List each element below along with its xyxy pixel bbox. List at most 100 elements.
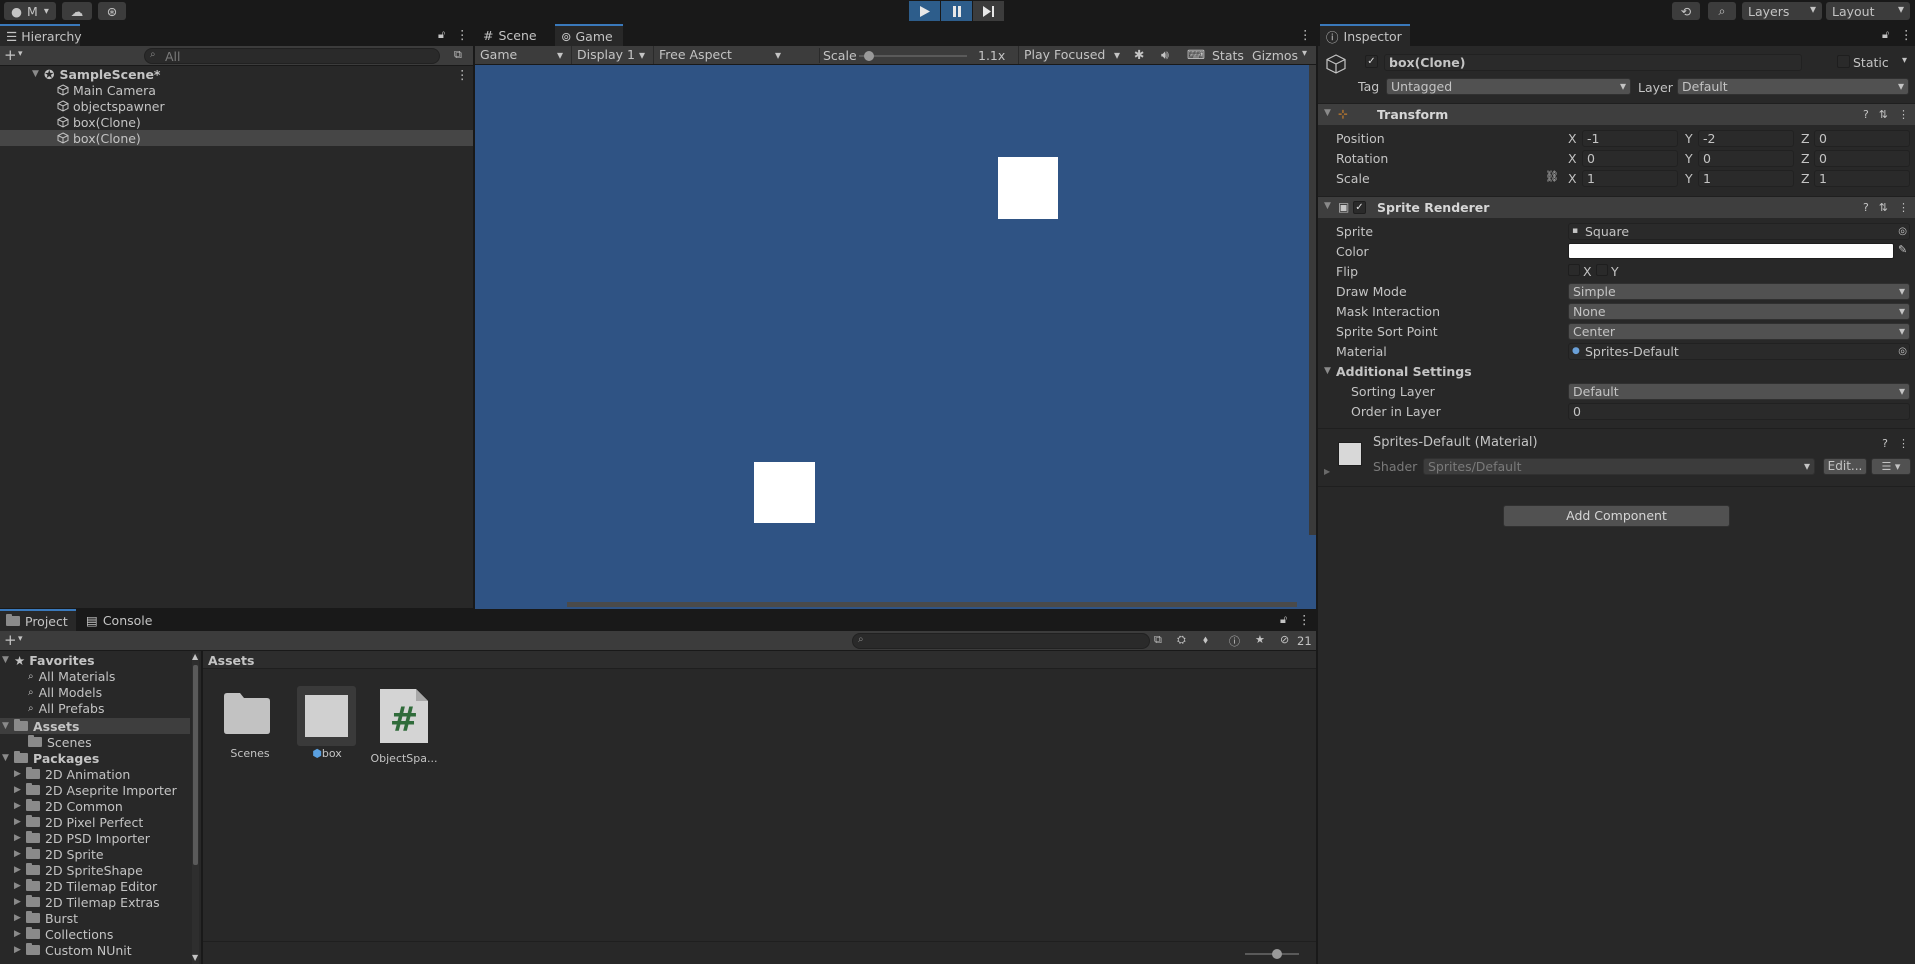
layers-dropdown[interactable]: Layers: [1742, 2, 1822, 20]
object-picker-icon[interactable]: ◎: [1898, 224, 1907, 239]
rotation-y-field[interactable]: 0: [1698, 150, 1794, 167]
position-x-field[interactable]: -1: [1582, 130, 1678, 147]
collapse-arrow-icon[interactable]: ▼: [1324, 108, 1331, 118]
gizmos-toggle[interactable]: Gizmos: [1252, 48, 1298, 63]
add-component-button[interactable]: Add Component: [1503, 505, 1730, 527]
axis-x-label[interactable]: X: [1568, 151, 1577, 166]
axis-x-label[interactable]: X: [1568, 171, 1577, 186]
layer-dropdown[interactable]: Default: [1677, 78, 1909, 95]
favorite-item[interactable]: ⌕ All Materials: [28, 668, 115, 684]
history-button[interactable]: ⟲: [1672, 2, 1700, 20]
kebab-menu-icon[interactable]: ⋮: [1898, 108, 1909, 121]
sort-point-dropdown[interactable]: Center: [1568, 323, 1910, 340]
tag-dropdown[interactable]: Untagged: [1386, 78, 1631, 95]
favorite-item[interactable]: ⌕ All Prefabs: [28, 700, 104, 716]
folder-item[interactable]: Scenes: [28, 734, 92, 750]
tree-scrollbar[interactable]: ▲ ▼: [192, 652, 199, 964]
package-item[interactable]: ▶ Collections: [14, 926, 113, 942]
transform-header[interactable]: ▼ ⊹ Transform ? ⇅ ⋮: [1318, 103, 1915, 125]
scale-y-field[interactable]: 1: [1698, 170, 1794, 187]
chevron-down-icon[interactable]: ▾: [1902, 55, 1907, 66]
asset-item[interactable]: ⬢box: [297, 686, 356, 760]
pause-button[interactable]: [941, 1, 972, 21]
sprite-renderer-header[interactable]: ▼ ▣ ✓ Sprite Renderer ? ⇅ ⋮: [1318, 196, 1915, 218]
game-viewport[interactable]: [475, 65, 1316, 609]
kebab-menu-icon[interactable]: ⋮: [1900, 27, 1913, 42]
edit-shader-button[interactable]: Edit...: [1823, 458, 1867, 475]
expand-arrow-icon[interactable]: ▼: [32, 69, 44, 79]
collapse-arrow-icon[interactable]: ▼: [1324, 201, 1331, 211]
package-item[interactable]: ▶ 2D Animation: [14, 766, 130, 782]
rotation-z-field[interactable]: 0: [1814, 150, 1910, 167]
package-item[interactable]: ▶ 2D PSD Importer: [14, 830, 150, 846]
help-icon[interactable]: ?: [1863, 201, 1869, 214]
expand-arrow-icon[interactable]: ▶: [14, 769, 26, 779]
expand-arrow-icon[interactable]: ▶: [14, 785, 26, 795]
expand-arrow-icon[interactable]: ▶: [14, 801, 26, 811]
shader-dropdown[interactable]: Sprites/Default: [1423, 458, 1815, 475]
hierarchy-item[interactable]: box(Clone): [0, 114, 473, 130]
order-in-layer-field[interactable]: 0: [1568, 403, 1910, 420]
splitter[interactable]: [473, 24, 475, 609]
account-dropdown[interactable]: ● M ▾: [4, 2, 56, 20]
search-by-type-icon[interactable]: ⧉: [1154, 633, 1162, 647]
icon-size-slider-handle[interactable]: [1272, 949, 1282, 959]
axis-z-label[interactable]: Z: [1801, 131, 1810, 146]
kebab-menu-icon[interactable]: ⋮: [456, 67, 469, 82]
position-y-field[interactable]: -2: [1698, 130, 1794, 147]
position-z-field[interactable]: 0: [1814, 130, 1910, 147]
collab-button[interactable]: ⊛: [98, 2, 126, 20]
create-plus-icon[interactable]: +: [4, 631, 17, 649]
hierarchy-item[interactable]: Main Camera: [0, 82, 473, 98]
package-item[interactable]: ▶ Custom NUnit: [14, 942, 132, 958]
hierarchy-item[interactable]: objectspawner: [0, 98, 473, 114]
tab-project[interactable]: Project: [0, 609, 76, 631]
package-item[interactable]: ▶ 2D SpriteShape: [14, 862, 143, 878]
help-icon[interactable]: ?: [1863, 108, 1869, 121]
static-checkbox[interactable]: [1837, 55, 1850, 68]
axis-z-label[interactable]: Z: [1801, 151, 1810, 166]
scale-slider-handle[interactable]: [864, 51, 874, 61]
lock-icon[interactable]: 🔓︎: [438, 28, 445, 42]
preset-icon[interactable]: ⇅: [1879, 108, 1888, 121]
package-item[interactable]: ▶ 2D Tilemap Editor: [14, 878, 157, 894]
expand-arrow-icon[interactable]: ▶: [14, 833, 26, 843]
display-dropdown[interactable]: Display 1: [571, 46, 651, 64]
keyboard-icon[interactable]: ⌨: [1187, 47, 1205, 62]
play-mode-dropdown[interactable]: Play Focused: [1018, 46, 1126, 64]
draw-mode-dropdown[interactable]: Simple: [1568, 283, 1910, 300]
expand-arrow-icon[interactable]: ▼: [2, 655, 14, 665]
package-item[interactable]: ▶ 2D Aseprite Importer: [14, 782, 177, 798]
aspect-dropdown[interactable]: Free Aspect: [653, 46, 787, 64]
mask-interaction-dropdown[interactable]: None: [1568, 303, 1910, 320]
package-item[interactable]: ▶ Burst: [14, 910, 78, 926]
flip-y-checkbox[interactable]: [1596, 264, 1608, 276]
eyedropper-icon[interactable]: ✎: [1898, 243, 1907, 256]
step-button[interactable]: [973, 1, 1004, 21]
expand-arrow-icon[interactable]: ▶: [14, 881, 26, 891]
color-swatch[interactable]: [1568, 243, 1894, 259]
axis-x-label[interactable]: X: [1568, 131, 1577, 146]
project-search-input[interactable]: [852, 633, 1150, 649]
axis-y-label[interactable]: Y: [1685, 151, 1693, 166]
breadcrumb-assets[interactable]: Assets: [208, 653, 254, 668]
package-item[interactable]: ▶ 2D Common: [14, 798, 123, 814]
lock-icon[interactable]: 🔓︎: [1882, 28, 1889, 42]
favorite-item[interactable]: ⌕ All Models: [28, 684, 102, 700]
axis-z-label[interactable]: Z: [1801, 171, 1810, 186]
axis-y-label[interactable]: Y: [1685, 131, 1693, 146]
splitter[interactable]: [201, 651, 203, 964]
horizontal-scrollbar[interactable]: [567, 602, 1297, 607]
material-object-field[interactable]: ● Sprites-Default ◎: [1568, 343, 1910, 360]
object-picker-icon[interactable]: ◎: [1898, 344, 1907, 359]
packages-node[interactable]: ▼ Packages: [2, 750, 99, 766]
chevron-down-icon[interactable]: ▾: [1302, 48, 1307, 59]
expand-arrow-icon[interactable]: ▶: [14, 817, 26, 827]
kebab-menu-icon[interactable]: ⋮: [1298, 612, 1311, 627]
splitter[interactable]: [1316, 24, 1318, 964]
tab-console[interactable]: ▤ Console: [80, 609, 160, 631]
lock-icon[interactable]: 🔓︎: [1280, 613, 1287, 627]
preset-icon[interactable]: ⇅: [1879, 201, 1888, 214]
search-button[interactable]: ⌕: [1708, 2, 1736, 20]
collapse-arrow-icon[interactable]: ▼: [1324, 366, 1331, 376]
